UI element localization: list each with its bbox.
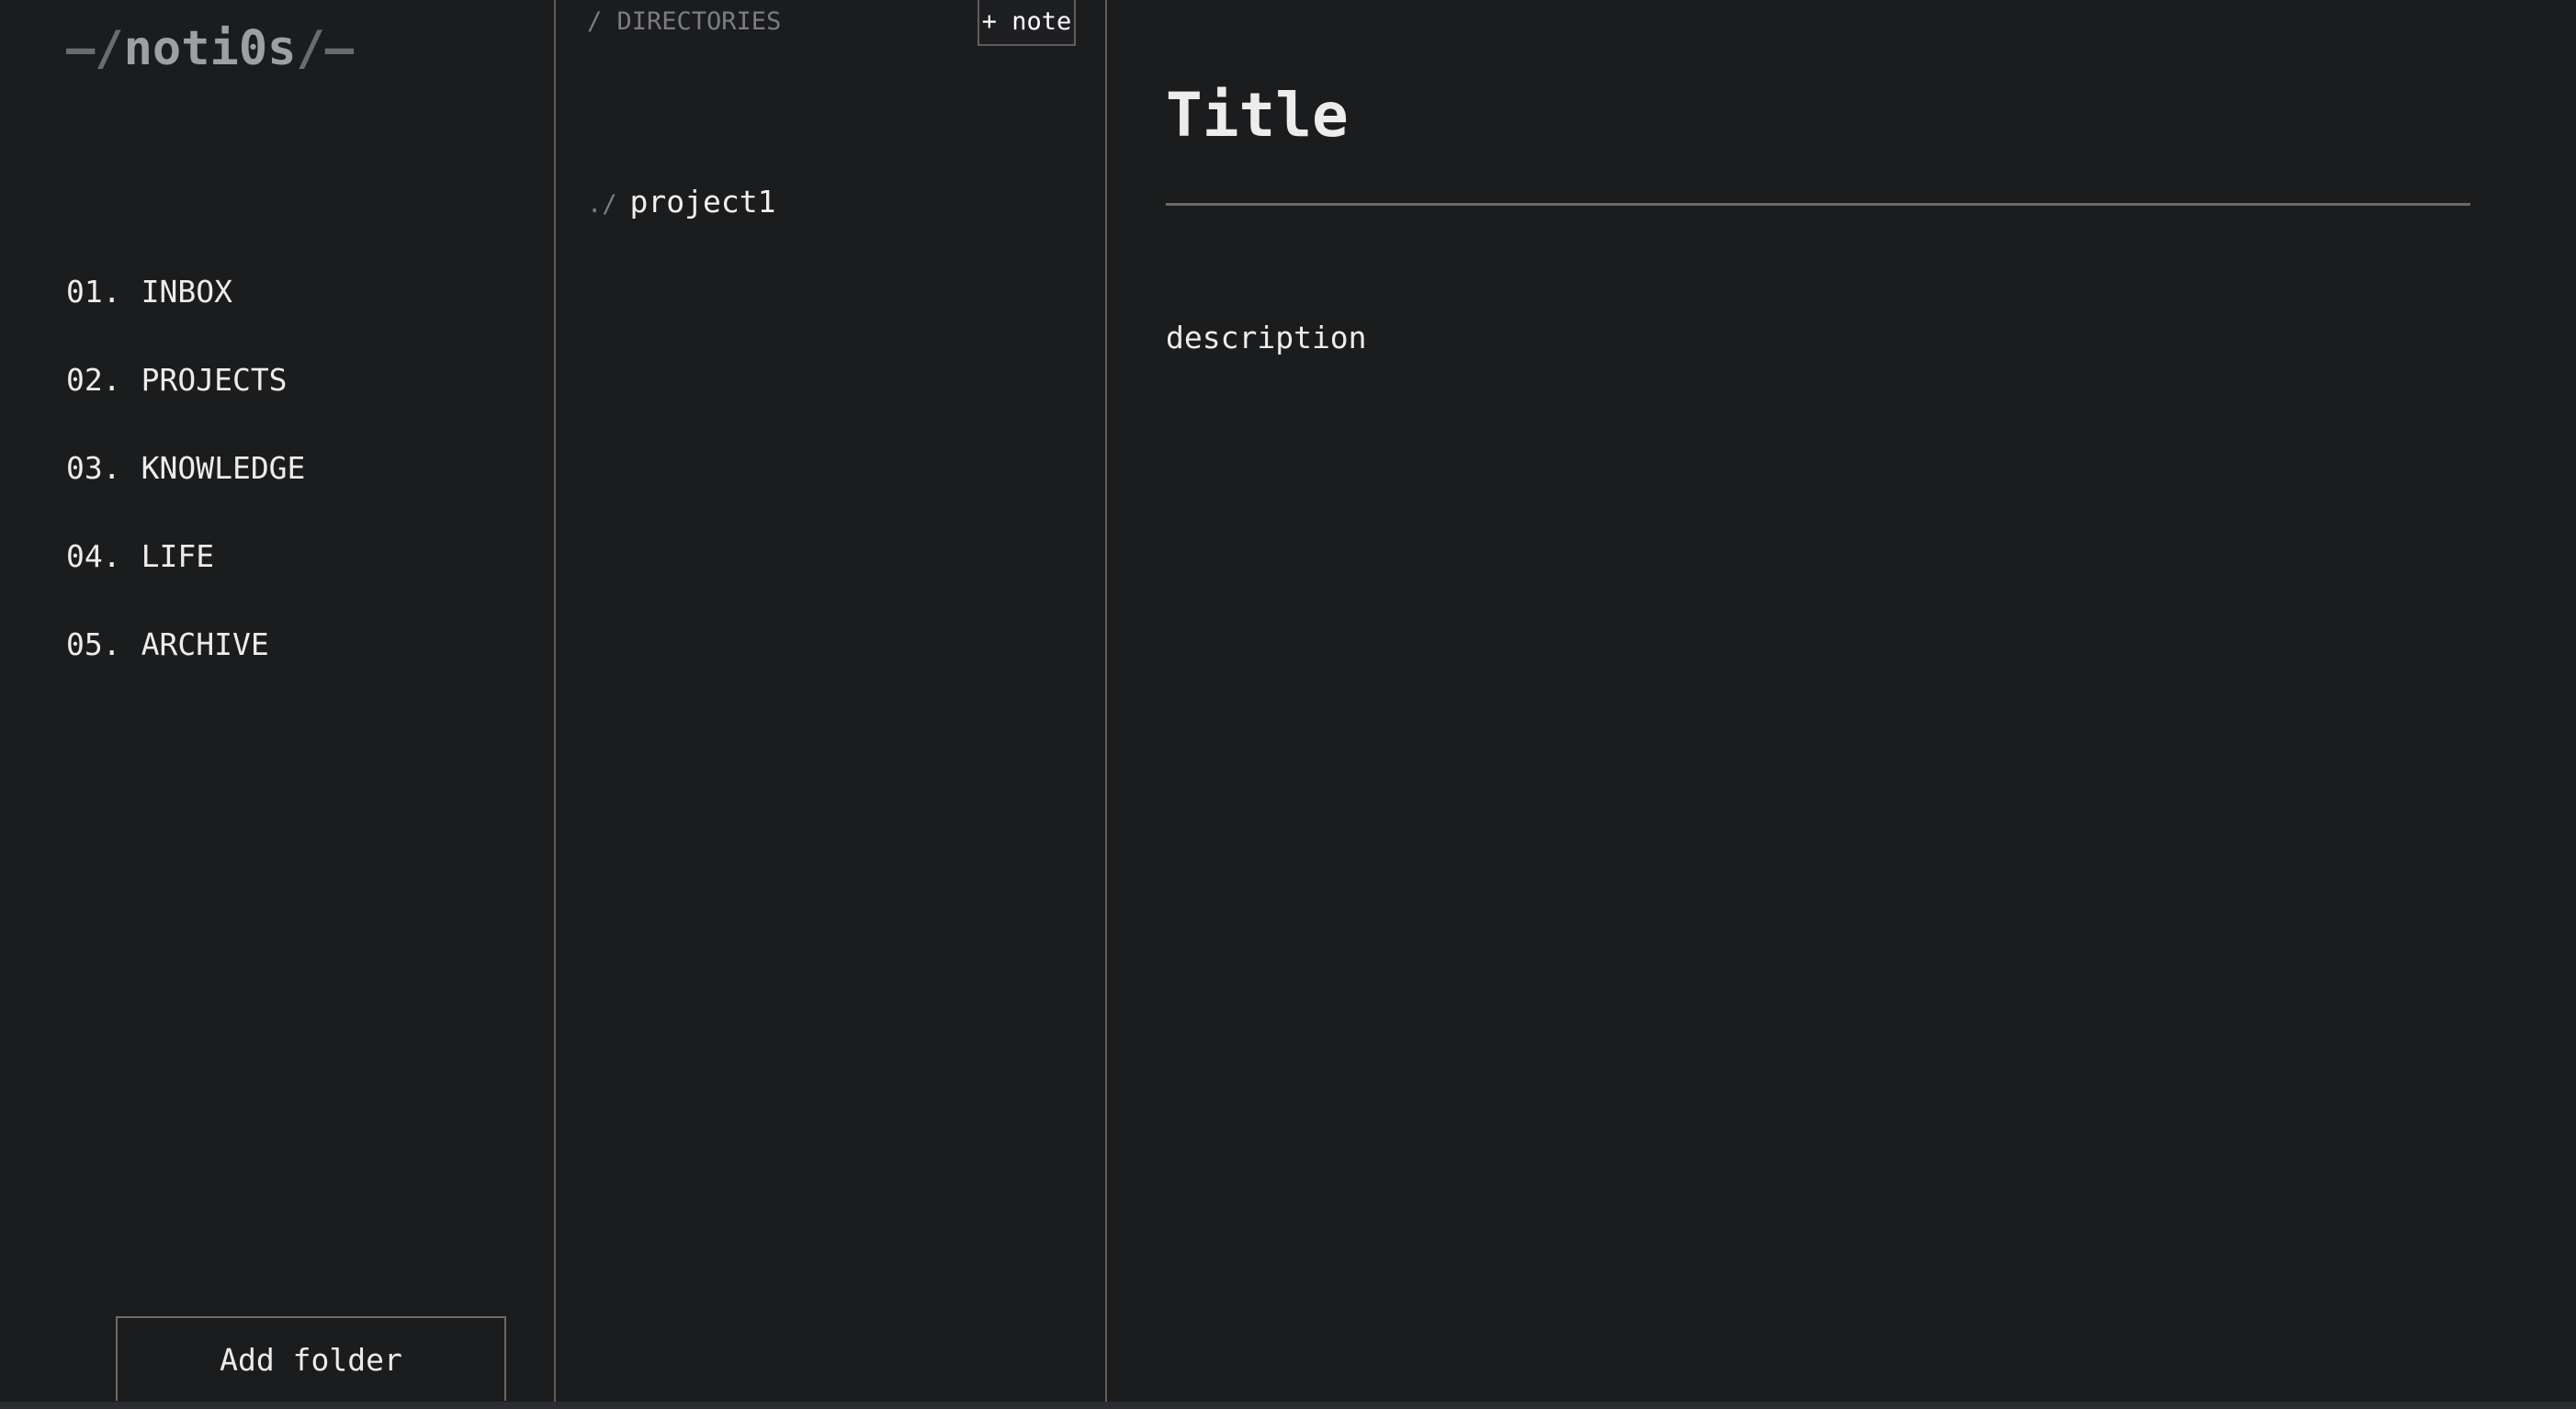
sidebar-item-number: 05. [66,626,121,662]
sidebar-item-label: KNOWLEDGE [141,450,306,486]
folder-nav: 01. INBOX 02. PROJECTS 03. KNOWLEDGE 04. LIF… [66,266,305,707]
window-bottom-edge [0,1402,2576,1409]
logo-prefix: —/ [66,21,124,76]
sidebar-item-archive[interactable]: 05. ARCHIVE [66,619,305,707]
sidebar-item-label: INBOX [141,274,232,310]
sidebar-item-number: 03. [66,450,121,486]
note-title[interactable]: Title [1166,77,1349,154]
sidebar-item-number: 04. [66,538,121,574]
sidebar-item-inbox[interactable]: 01. INBOX [66,266,305,355]
logo-name: noti0s [123,21,297,76]
directory-item-project1[interactable]: ./ project1 [587,184,775,220]
sidebar-item-number: 02. [66,362,121,398]
title-divider [1166,203,2470,206]
directories-header: / DIRECTORIES [587,7,782,36]
directory-prefix: ./ [587,190,617,219]
sidebar-item-label: ARCHIVE [141,626,269,662]
app-logo: —/noti0s/— [66,17,354,81]
sidebar-item-label: PROJECTS [141,362,288,398]
directory-name: project1 [629,184,776,220]
note-description[interactable]: description [1166,318,1367,358]
directories-panel: / DIRECTORIES + note ./ project1 [556,0,1107,1402]
sidebar-item-life[interactable]: 04. LIFE [66,531,305,619]
sidebar-item-number: 01. [66,274,121,310]
app-window: —/noti0s/— 01. INBOX 02. PROJECTS 03. KNOWL… [0,0,2576,1409]
sidebar-item-label: LIFE [141,538,215,574]
add-note-button[interactable]: + note [977,0,1076,46]
note-editor: Title description [1107,0,2576,1402]
sidebar-item-projects[interactable]: 02. PROJECTS [66,355,305,443]
add-folder-button[interactable]: Add folder [116,1316,506,1401]
logo-suffix: /— [296,21,355,76]
sidebar-item-knowledge[interactable]: 03. KNOWLEDGE [66,443,305,531]
sidebar: —/noti0s/— 01. INBOX 02. PROJECTS 03. KNOWL… [0,0,556,1402]
